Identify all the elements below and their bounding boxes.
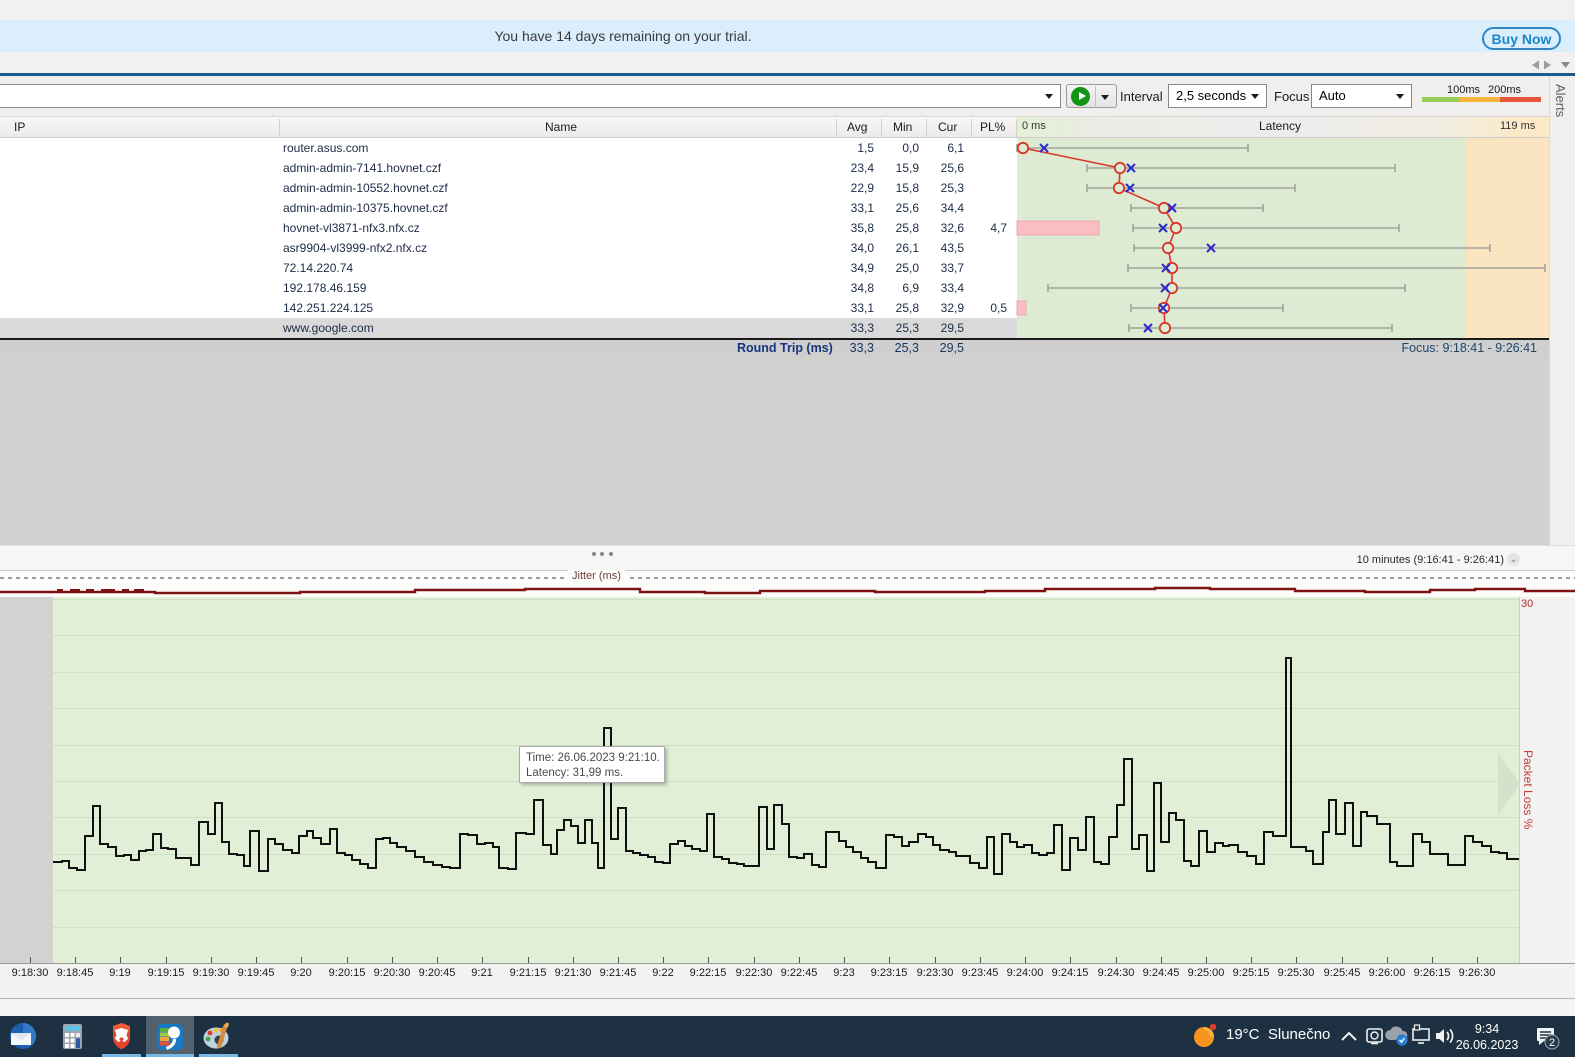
- svg-text:2: 2: [1549, 1037, 1555, 1049]
